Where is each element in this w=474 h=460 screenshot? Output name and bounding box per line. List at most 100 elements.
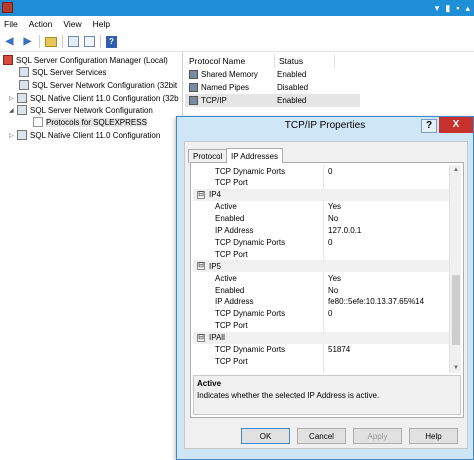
vertical-scrollbar[interactable]: ▲ ▼ bbox=[449, 165, 461, 373]
pin-icon[interactable]: ▪ bbox=[456, 2, 459, 14]
property-row[interactable]: TCP Port bbox=[193, 248, 449, 260]
protocol-icon bbox=[189, 83, 198, 92]
property-key: TCP Dynamic Ports bbox=[215, 309, 286, 319]
tree-item-root[interactable]: SQL Server Configuration Manager (Local) bbox=[3, 54, 168, 66]
property-row[interactable]: TCP Dynamic Ports 0 bbox=[193, 236, 449, 248]
property-row[interactable]: Enabled No bbox=[193, 213, 449, 225]
protocol-icon bbox=[189, 96, 198, 105]
arrow-left-icon[interactable]: ◀ bbox=[3, 35, 16, 48]
property-row[interactable]: TCP Port bbox=[193, 320, 449, 332]
property-group[interactable]: ⊟ IPAll bbox=[193, 331, 449, 344]
ok-button[interactable]: OK bbox=[241, 428, 290, 444]
property-row[interactable]: TCP Port bbox=[193, 355, 449, 367]
chevron-down-icon[interactable]: ▾ bbox=[435, 2, 440, 14]
property-value[interactable]: No bbox=[328, 286, 338, 295]
column-header-status[interactable]: Status bbox=[275, 54, 335, 68]
property-group[interactable]: ⊟ IP5 bbox=[193, 260, 449, 273]
property-key: TCP Dynamic Ports bbox=[215, 237, 286, 247]
property-key: IP Address bbox=[215, 226, 254, 235]
scroll-up-icon[interactable]: ▲ bbox=[450, 165, 462, 175]
property-value[interactable]: 127.0.0.1 bbox=[328, 226, 361, 235]
description-panel: Active Indicates whether the selected IP… bbox=[193, 375, 461, 415]
protocols-icon bbox=[33, 117, 43, 127]
dialog-body: Protocol IP Addresses TCP Dynamic Ports 0… bbox=[184, 141, 468, 449]
expand-arrow-icon[interactable]: ▷ bbox=[9, 95, 17, 102]
list-item[interactable]: Shared Memory Enabled bbox=[185, 68, 360, 81]
chevron-up-icon[interactable]: ▴ bbox=[465, 2, 470, 14]
tree-item-label: SQL Native Client 11.0 Configuration bbox=[30, 130, 161, 140]
arrow-right-icon[interactable]: ▶ bbox=[21, 35, 34, 48]
tab-protocol[interactable]: Protocol bbox=[188, 149, 228, 163]
menu-file[interactable]: File bbox=[4, 19, 18, 29]
expand-arrow-icon[interactable]: ▷ bbox=[9, 132, 17, 139]
tree-item-label: SQL Native Client 11.0 Configuration (32… bbox=[30, 93, 179, 103]
tab-ip-addresses[interactable]: IP Addresses bbox=[226, 148, 283, 163]
lock-icon[interactable]: ▮ bbox=[445, 2, 450, 14]
property-key: TCP Port bbox=[215, 249, 248, 259]
tree-item-native-client-32bit[interactable]: ▷ SQL Native Client 11.0 Configuration (… bbox=[9, 92, 179, 104]
services-icon bbox=[19, 67, 29, 77]
ip-addresses-pane: TCP Dynamic Ports 0 TCP Port ⊟ IP4 Active Yes E… bbox=[190, 162, 464, 418]
up-folder-icon[interactable] bbox=[45, 36, 57, 47]
collapse-arrow-icon[interactable]: ◢ bbox=[9, 107, 17, 114]
property-group[interactable]: ⊟ IP4 bbox=[193, 188, 449, 201]
property-value[interactable]: Yes bbox=[328, 202, 341, 211]
list-item[interactable]: Named Pipes Disabled bbox=[185, 81, 360, 94]
help-button[interactable]: Help bbox=[409, 428, 458, 444]
client-icon bbox=[17, 93, 27, 103]
close-icon[interactable]: X bbox=[439, 117, 473, 133]
tree-item-label: SQL Server Network Configuration bbox=[30, 105, 153, 115]
property-row[interactable]: TCP Port bbox=[193, 177, 449, 189]
property-value[interactable]: 0 bbox=[328, 309, 332, 318]
menu-action[interactable]: Action bbox=[29, 19, 53, 29]
scroll-thumb[interactable] bbox=[452, 275, 460, 345]
app-icon bbox=[2, 2, 13, 13]
property-row[interactable]: IP Address fe80::5efe:10.13.37.65%14 bbox=[193, 296, 449, 308]
property-row[interactable]: TCP Dynamic Ports 51874 bbox=[193, 344, 449, 356]
export-list-icon[interactable] bbox=[84, 36, 95, 47]
property-value[interactable]: No bbox=[328, 214, 338, 223]
property-value[interactable]: 0 bbox=[328, 238, 332, 247]
tree-item-network-config[interactable]: ◢ SQL Server Network Configuration bbox=[9, 104, 153, 116]
help-icon[interactable]: ? bbox=[421, 119, 437, 133]
scroll-down-icon[interactable]: ▼ bbox=[450, 363, 462, 373]
property-key: TCP Port bbox=[215, 178, 248, 188]
property-key: Active bbox=[215, 273, 237, 283]
property-key: TCP Dynamic Ports bbox=[215, 345, 286, 354]
client-icon bbox=[17, 130, 27, 140]
navigation-tree: SQL Server Configuration Manager (Local)… bbox=[0, 52, 183, 460]
show-hide-tree-icon[interactable] bbox=[68, 36, 79, 47]
protocol-name: TCP/IP bbox=[201, 96, 227, 105]
protocol-status: Enabled bbox=[277, 96, 307, 105]
menu-view[interactable]: View bbox=[63, 19, 81, 29]
tree-item-native-client[interactable]: ▷ SQL Native Client 11.0 Configuration bbox=[9, 129, 160, 141]
property-row[interactable]: Enabled No bbox=[193, 284, 449, 296]
menu-help[interactable]: Help bbox=[93, 19, 110, 29]
collapse-group-icon[interactable]: ⊟ bbox=[197, 190, 205, 199]
title-bar-tools: ▾ ▮ ▪ ▴ bbox=[435, 2, 470, 14]
collapse-group-icon[interactable]: ⊟ bbox=[197, 262, 205, 271]
column-header-protocol-name[interactable]: Protocol Name bbox=[185, 54, 275, 68]
help-icon[interactable]: ? bbox=[106, 35, 117, 48]
property-value[interactable]: fe80::5efe:10.13.37.65%14 bbox=[328, 297, 424, 306]
property-row[interactable]: Active Yes bbox=[193, 272, 449, 284]
property-row[interactable]: IP Address 127.0.0.1 bbox=[193, 225, 449, 237]
property-row[interactable]: TCP Dynamic Ports 0 bbox=[193, 308, 449, 320]
property-value[interactable]: 0 bbox=[328, 167, 332, 176]
tree-item-protocols-sqlexpress[interactable]: Protocols for SQLEXPRESS bbox=[33, 116, 147, 128]
property-row[interactable]: TCP Dynamic Ports 0 bbox=[193, 165, 449, 177]
protocol-list: Protocol Name Status Shared Memory Enabl… bbox=[185, 52, 474, 122]
network-icon bbox=[17, 105, 27, 115]
title-bar: ▾ ▮ ▪ ▴ bbox=[0, 0, 474, 16]
toolbar-separator bbox=[39, 35, 40, 48]
tree-item-network-config-32bit[interactable]: SQL Server Network Configuration (32bit bbox=[19, 79, 177, 91]
property-row[interactable]: Active Yes bbox=[193, 201, 449, 213]
apply-button[interactable]: Apply bbox=[353, 428, 402, 444]
tree-item-sql-server-services[interactable]: SQL Server Services bbox=[19, 66, 106, 78]
property-value[interactable]: Yes bbox=[328, 274, 341, 283]
collapse-group-icon[interactable]: ⊟ bbox=[197, 333, 205, 342]
cancel-button[interactable]: Cancel bbox=[297, 428, 346, 444]
tree-item-label: SQL Server Configuration Manager (Local) bbox=[16, 55, 168, 65]
property-value[interactable]: 51874 bbox=[328, 345, 350, 354]
list-item[interactable]: TCP/IP Enabled bbox=[185, 94, 360, 107]
